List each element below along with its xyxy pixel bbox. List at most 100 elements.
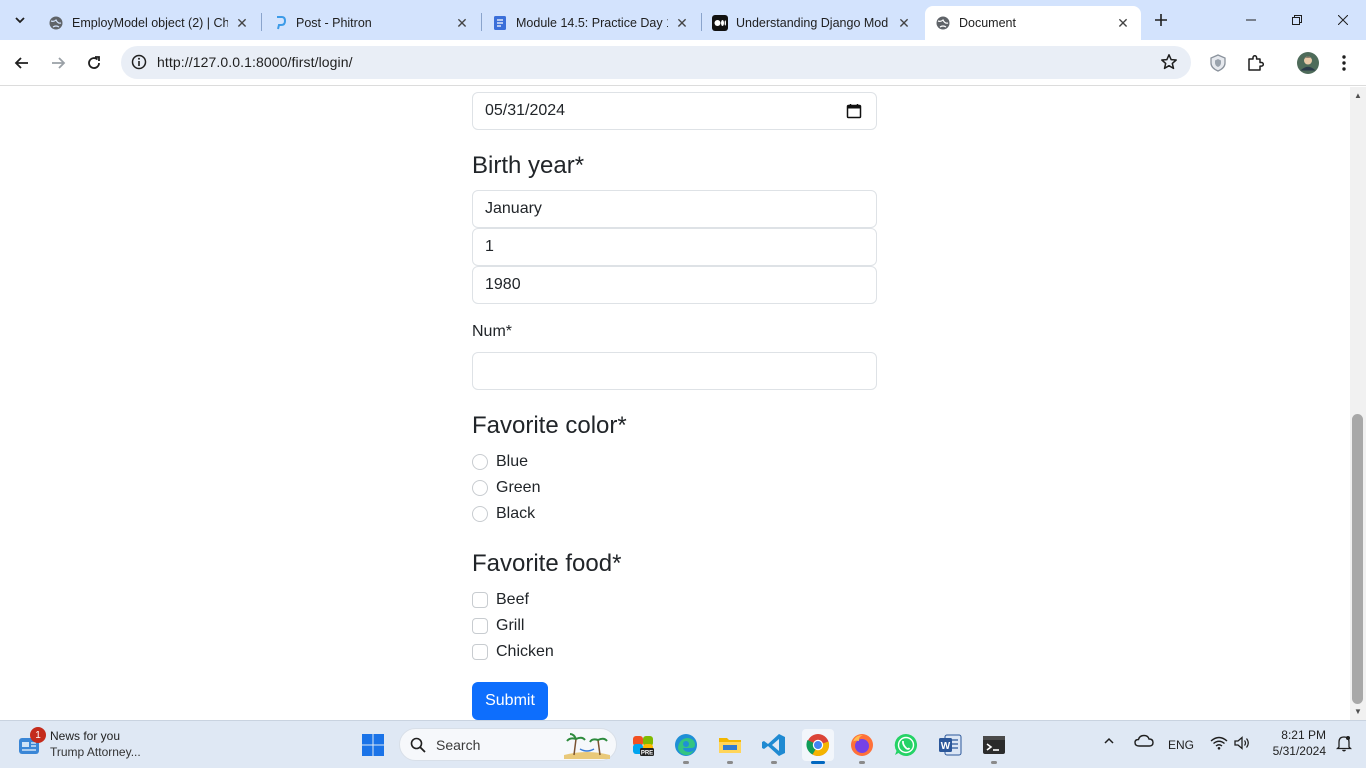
- option-label: Blue: [496, 453, 529, 470]
- tab-module-practice[interactable]: Module 14.5: Practice Day 1 ✕: [482, 6, 700, 40]
- color-option-blue[interactable]: Blue: [472, 452, 528, 472]
- close-window-button[interactable]: [1320, 0, 1366, 40]
- option-label: Grill: [496, 617, 525, 634]
- taskbar-search[interactable]: Search: [399, 728, 617, 761]
- tab-title: Understanding Django Mod: [736, 16, 889, 30]
- scrollbar-thumb[interactable]: [1352, 414, 1363, 704]
- birth-year-select[interactable]: 1980: [472, 266, 877, 304]
- medium-icon: [712, 15, 728, 31]
- scroll-down-arrow-icon[interactable]: ▼: [1354, 707, 1362, 716]
- search-highlight-beach-icon: [564, 733, 610, 759]
- site-info-icon[interactable]: [129, 52, 149, 72]
- folder-icon: [719, 738, 741, 753]
- birth-month-select[interactable]: January: [472, 190, 877, 228]
- forward-button[interactable]: [43, 48, 73, 78]
- food-option-chicken[interactable]: Chicken: [472, 642, 554, 662]
- date-input[interactable]: 05/31/2024: [472, 92, 877, 130]
- reload-icon: [88, 56, 100, 69]
- volume-icon[interactable]: [1234, 736, 1250, 753]
- profile-avatar[interactable]: [1296, 51, 1320, 75]
- back-button[interactable]: [7, 48, 37, 78]
- page-viewport: 05/31/2024 Birth year* January 1 1980 Nu…: [0, 87, 1350, 720]
- birth-year-label: Birth year*: [472, 152, 585, 179]
- windows-taskbar: 1 News for you Trump Attorney... Search …: [0, 720, 1366, 768]
- close-icon[interactable]: ✕: [896, 15, 912, 31]
- news-widget[interactable]: 1 News for you Trump Attorney...: [16, 727, 176, 763]
- address-bar[interactable]: http://127.0.0.1:8000/first/login/: [121, 46, 1191, 79]
- app-running-indicator: [683, 761, 689, 764]
- copilot-app[interactable]: PRE: [627, 729, 659, 761]
- news-subtitle: Trump Attorney...: [50, 745, 141, 759]
- word-icon: W: [939, 734, 962, 756]
- close-icon: [1338, 15, 1348, 25]
- calendar-icon[interactable]: [846, 103, 862, 119]
- vscode-app[interactable]: [758, 729, 790, 764]
- copilot-icon: PRE: [633, 736, 654, 757]
- checkbox[interactable]: [472, 618, 488, 634]
- color-option-green[interactable]: Green: [472, 478, 540, 498]
- close-icon[interactable]: ✕: [454, 15, 470, 31]
- globe-icon: [48, 15, 64, 31]
- page-scrollbar[interactable]: ▲ ▼: [1350, 87, 1366, 720]
- firefox-app[interactable]: [846, 729, 878, 764]
- whatsapp-app[interactable]: [890, 729, 922, 761]
- checkbox[interactable]: [472, 644, 488, 660]
- notification-bell-icon[interactable]: [1335, 734, 1353, 755]
- tab-document[interactable]: Document ✕: [925, 6, 1141, 40]
- url-text[interactable]: http://127.0.0.1:8000/first/login/: [157, 54, 353, 70]
- tab-employmodel[interactable]: EmployModel object (2) | Ch ✕: [38, 6, 260, 40]
- file-explorer-app[interactable]: [714, 729, 746, 764]
- close-icon[interactable]: ✕: [1115, 15, 1131, 31]
- extensions-puzzle-icon[interactable]: [1243, 51, 1267, 75]
- tab-title: Document: [959, 16, 1016, 30]
- birth-day-select[interactable]: 1: [472, 228, 877, 266]
- radio-button[interactable]: [472, 480, 488, 496]
- chrome-app[interactable]: [802, 729, 834, 764]
- menu-kebab-icon[interactable]: [1332, 51, 1356, 75]
- tab-title: Post - Phitron: [296, 16, 372, 30]
- tab-django-models[interactable]: Understanding Django Mod ✕: [702, 6, 922, 40]
- arrow-left-icon: [14, 57, 28, 69]
- restore-icon: [1292, 15, 1302, 25]
- restore-button[interactable]: [1274, 0, 1320, 40]
- firefox-icon: [851, 734, 873, 756]
- radio-button[interactable]: [472, 454, 488, 470]
- edge-app[interactable]: [670, 729, 702, 764]
- browser-toolbar: http://127.0.0.1:8000/first/login/: [0, 40, 1366, 86]
- radio-button[interactable]: [472, 506, 488, 522]
- color-option-black[interactable]: Black: [472, 504, 535, 524]
- onedrive-cloud-icon[interactable]: [1134, 734, 1154, 751]
- system-clock[interactable]: 8:21 PM 5/31/2024: [1262, 727, 1326, 759]
- num-input[interactable]: [472, 352, 877, 390]
- vscode-icon: [762, 734, 785, 756]
- search-icon: [410, 737, 426, 753]
- tab-search-button[interactable]: [6, 6, 34, 34]
- show-hidden-icons-chevron-icon[interactable]: [1103, 735, 1115, 750]
- reload-button[interactable]: [79, 48, 109, 78]
- close-icon[interactable]: ✕: [234, 15, 250, 31]
- svg-text:PRE: PRE: [641, 751, 653, 757]
- new-tab-button[interactable]: [1149, 8, 1173, 32]
- app-running-indicator: [771, 761, 777, 764]
- wifi-icon[interactable]: [1210, 736, 1228, 753]
- option-label: Black: [496, 505, 536, 522]
- close-icon[interactable]: ✕: [674, 15, 690, 31]
- tab-title: Module 14.5: Practice Day 1: [516, 16, 668, 30]
- start-button[interactable]: [357, 729, 389, 761]
- favorite-color-label: Favorite color*: [472, 412, 627, 439]
- edge-icon: [675, 734, 697, 756]
- checkbox[interactable]: [472, 592, 488, 608]
- language-indicator[interactable]: ENG: [1168, 738, 1194, 752]
- tab-phitron[interactable]: Post - Phitron ✕: [262, 6, 480, 40]
- word-app[interactable]: W: [934, 729, 966, 761]
- whatsapp-icon: [894, 733, 918, 756]
- food-option-grill[interactable]: Grill: [472, 616, 524, 636]
- terminal-app[interactable]: [978, 729, 1010, 764]
- app-running-indicator: [727, 761, 733, 764]
- bookmark-star-icon[interactable]: [1159, 52, 1179, 72]
- food-option-beef[interactable]: Beef: [472, 590, 529, 610]
- submit-button[interactable]: Submit: [472, 682, 548, 720]
- minimize-button[interactable]: [1228, 0, 1274, 40]
- scroll-up-arrow-icon[interactable]: ▲: [1354, 91, 1362, 100]
- shield-extension-icon[interactable]: [1206, 51, 1230, 75]
